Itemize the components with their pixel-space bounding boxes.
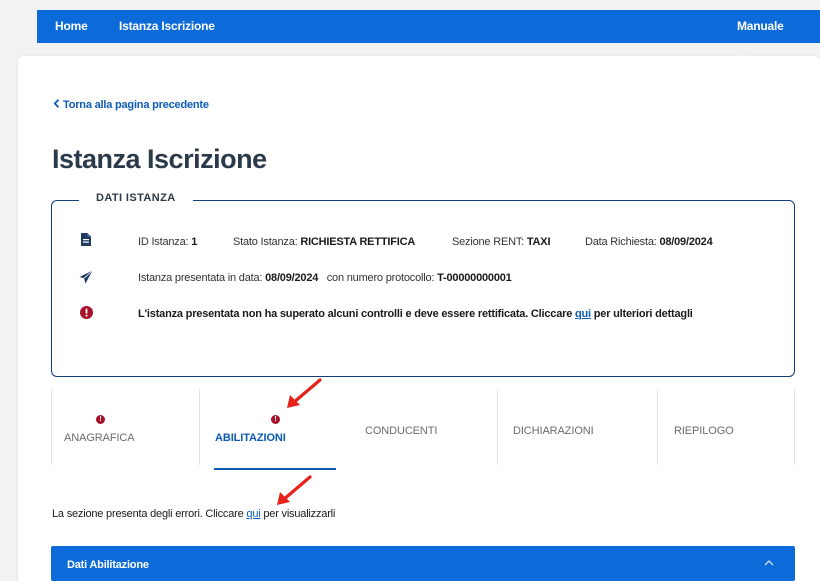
tab-abilitazioni[interactable]: ! ABILITAZIONI	[199, 389, 349, 465]
annotation-arrow-icon	[287, 378, 322, 408]
dati-istanza-fieldset	[51, 200, 795, 377]
istanza-error-link[interactable]: qui	[575, 308, 591, 320]
error-circle-icon	[80, 306, 93, 319]
dati-istanza-legend: DATI ISTANZA	[79, 192, 193, 204]
annotation-arrow-icon	[277, 475, 312, 505]
tab-conducenti-label: CONDUCENTI	[365, 425, 438, 437]
paper-plane-icon	[79, 270, 93, 284]
istanza-presentata: Istanza presentata in data: 08/09/2024 c…	[138, 272, 512, 284]
stato-istanza: Stato Istanza: RICHIESTA RETTIFICA	[233, 236, 416, 248]
tab-conducenti[interactable]: CONDUCENTI	[349, 389, 497, 465]
dati-abilitazione-accordion[interactable]: Dati Abilitazione	[51, 546, 795, 581]
error-circle-icon: !	[96, 415, 105, 424]
id-istanza: ID Istanza: 1	[138, 236, 198, 248]
page-title: Istanza Iscrizione	[52, 144, 267, 174]
sezione-rent: Sezione RENT: TAXI	[452, 236, 551, 248]
tab-anagrafica[interactable]: ! ANAGRAFICA	[51, 389, 199, 465]
error-circle-icon: !	[271, 415, 280, 424]
istanza-error-message: L'istanza presentata non ha superato alc…	[138, 308, 693, 320]
tab-abilitazioni-label: ABILITAZIONI	[215, 432, 286, 444]
tab-anagrafica-label: ANAGRAFICA	[64, 432, 135, 444]
tab-riepilogo-label: RIEPILOGO	[674, 425, 734, 437]
data-richiesta: Data Richiesta: 08/09/2024	[585, 236, 713, 248]
back-link[interactable]: Torna alla pagina precedente	[53, 97, 209, 111]
chevron-up-icon	[764, 560, 774, 566]
nav-manuale-utente[interactable]: Manuale Utente	[737, 10, 820, 66]
nav-home[interactable]: Home	[55, 10, 88, 43]
active-tab-indicator	[214, 468, 336, 470]
tab-riepilogo[interactable]: RIEPILOGO	[657, 389, 795, 465]
chevron-left-icon	[53, 97, 60, 111]
tab-dichiarazioni-label: DICHIARAZIONI	[513, 425, 594, 437]
accordion-title: Dati Abilitazione	[67, 559, 149, 571]
section-error-link[interactable]: qui	[246, 508, 260, 520]
tab-dichiarazioni[interactable]: DICHIARAZIONI	[497, 389, 657, 465]
document-icon	[81, 233, 91, 246]
back-link-label: Torna alla pagina precedente	[63, 99, 209, 111]
nav-istanza-iscrizione[interactable]: Istanza Iscrizione	[119, 10, 215, 43]
section-error-message: La sezione presenta degli errori. Clicca…	[52, 508, 336, 520]
top-navbar: Home Istanza Iscrizione Manuale Utente	[37, 10, 820, 66]
